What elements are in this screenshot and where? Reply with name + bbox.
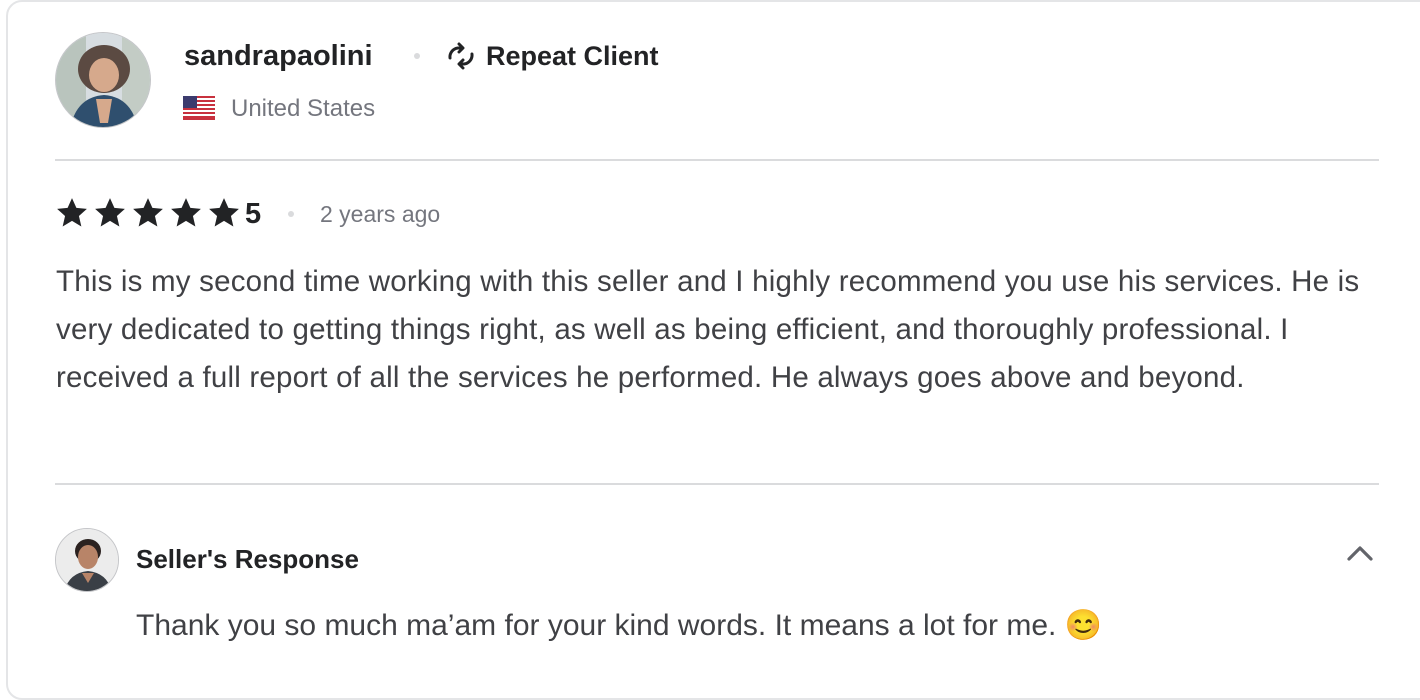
star-rating [55,196,241,230]
separator-dot [414,53,420,59]
star-icon [171,198,201,227]
chevron-up-icon [1347,546,1373,561]
star-icon [57,198,87,227]
repeat-client-badge: Repeat Client [486,41,659,71]
seller-avatar-image [56,529,118,591]
star-icon [133,198,163,227]
rating-value: 5 [245,198,262,230]
us-flag-icon [183,96,215,120]
reviewer-avatar-image [56,33,150,127]
separator-dot [288,211,294,217]
reviewer-username[interactable]: sandrapaolini [184,36,373,76]
response-divider [55,483,1379,485]
repeat-icon [448,42,474,70]
star-icon [209,198,239,227]
review-time: 2 years ago [320,201,441,227]
reviewer-country: United States [231,95,376,122]
reviewer-avatar[interactable] [55,32,151,128]
star-icon [95,198,125,227]
collapse-response-button[interactable] [1340,536,1380,570]
seller-response-title: Seller's Response [136,544,359,574]
seller-avatar [55,528,119,592]
header-divider [55,159,1379,161]
review-text: This is my second time working with this… [56,265,1360,394]
seller-response-text: Thank you so much ma’am for your kind wo… [136,609,1103,642]
